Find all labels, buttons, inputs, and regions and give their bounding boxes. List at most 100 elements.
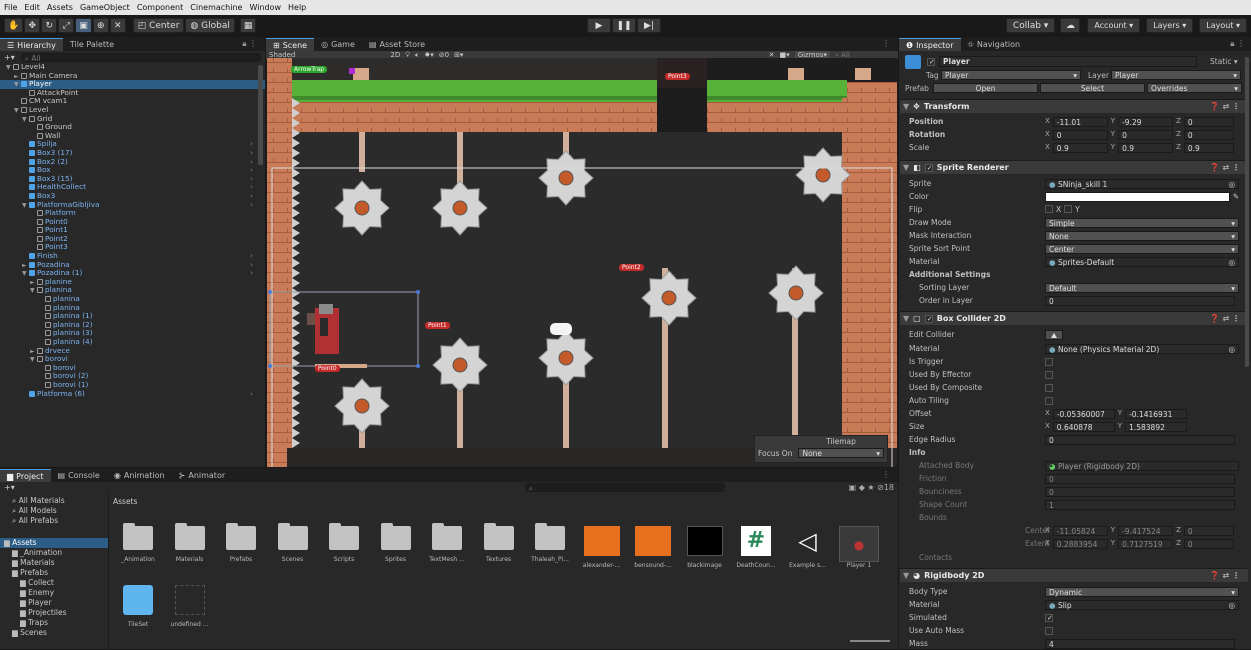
value-field[interactable]: -11.01 [1052,116,1108,127]
project-folder-item[interactable]: ▆ Projectiles [0,608,108,618]
checkbox[interactable] [1045,370,1053,379]
object-picker-icon[interactable]: ◎ [1228,601,1235,610]
asset-item[interactable]: TextMesh ... [427,523,467,563]
asset-item[interactable]: Scripts [324,523,364,563]
pivot-toggle[interactable]: ◰ Center [132,18,185,33]
play-button[interactable]: ▶ [587,18,611,33]
asset-item[interactable]: Sprites [376,523,416,563]
hierarchy-item[interactable]: ▼ borovi [0,354,265,364]
hierarchy-item[interactable]: ▼ Pozadina (1) › [0,268,265,278]
transform-tool-icon[interactable]: ⊕ [92,18,109,33]
value-field[interactable]: -9.29 [1118,116,1174,127]
project-folder-item[interactable]: ▆ Scenes [0,628,108,638]
asset-item[interactable]: Thaleah_Pi... [530,523,570,563]
hierarchy-item[interactable]: Ground [0,122,265,132]
favorite-item[interactable]: ⌕ All Materials [4,496,108,506]
tag-dropdown[interactable]: Player ▾ [941,70,1081,80]
hierarchy-scrollbar[interactable] [258,65,263,165]
pause-button[interactable]: ❚❚ [612,18,636,33]
menu-item-edit[interactable]: Edit [24,3,40,12]
dropdown[interactable]: Default ▾ [1045,282,1239,293]
asset-item[interactable]: Textures [479,523,519,563]
move-tool-icon[interactable]: ✥ [24,18,41,33]
asset-item[interactable]: Prefabs [221,523,261,563]
prefab-overrides-dropdown[interactable]: Overrides ▾ [1147,83,1242,93]
value-field[interactable]: 0.9 [1183,142,1234,153]
arrow-trap-label[interactable]: ArrowTrap [291,66,328,73]
rotate-tool-icon[interactable]: ↻ [41,18,58,33]
component-menu-icon[interactable]: ❓ ⇄ ⋮ [1210,163,1240,172]
sprite-renderer-header[interactable]: ▼ ◧ Sprite Renderer ❓ ⇄ ⋮ [900,160,1248,174]
component-menu-icon[interactable]: ❓ ⇄ ⋮ [1210,102,1240,111]
color-swatch[interactable] [1045,191,1230,202]
asset-item[interactable]: bensound-... [633,526,673,569]
scene-view[interactable]: ArrowTrap Point3 Point2 Point1 Point0 Ti… [267,58,897,467]
value-field[interactable]: 0 [1183,538,1234,549]
inspector-scrollbar[interactable] [1245,57,1249,367]
object-field[interactable]: ● Slip ◎ [1045,599,1239,610]
tab-animator[interactable]: ⊱ Animator [172,469,232,482]
project-folder-item[interactable]: ▆ Player [0,598,108,608]
checkbox[interactable] [1045,383,1053,392]
space-toggle[interactable]: ◍ Global [185,18,235,33]
custom-tool-icon[interactable]: ✕ [109,18,126,33]
object-picker-icon[interactable]: ◎ [1228,258,1235,267]
value-field[interactable]: 0.2883954 [1052,538,1108,549]
menu-item-window[interactable]: Window [249,3,281,12]
chevron-right-icon[interactable]: › [250,269,253,278]
project-folder-item[interactable]: ▆ Collect [0,578,108,588]
cloud-icon[interactable]: ☁ [1060,18,1081,33]
scale-tool-icon[interactable]: ⤢ [58,18,75,33]
layer-dropdown[interactable]: Player ▾ [1111,70,1241,80]
tab-asset-store[interactable]: ▤ Asset Store [362,38,432,51]
zoom-slider[interactable] [850,640,890,642]
project-search-input[interactable]: ⌕ [524,483,725,493]
asset-item[interactable]: blackimage [685,526,725,569]
value-field[interactable]: 0 [1183,116,1234,127]
value-field[interactable]: 0.9 [1052,142,1108,153]
point3-label[interactable]: Point3 [665,73,690,80]
object-field[interactable]: ● Sprites-Default ◎ [1045,256,1239,267]
tab-navigation[interactable]: ⛗ Navigation [961,38,1028,51]
menu-item-assets[interactable]: Assets [47,3,73,12]
value-field[interactable]: 1 [1045,499,1235,510]
asset-item[interactable]: alexander-... [582,526,622,569]
hierarchy-item[interactable]: planina (1) [0,311,265,321]
foldout-arrow-icon[interactable]: ▼ [903,163,909,172]
project-folder-item[interactable]: ▆ Assets [0,538,108,548]
menu-item-help[interactable]: Help [288,3,306,12]
edit-collider-button[interactable]: ⛰ [1045,329,1063,340]
inspector-lock-icon[interactable]: 🔒︎ ⋮ [1230,39,1245,49]
component-enabled-checkbox[interactable] [924,163,933,172]
filter-icons[interactable]: ▣ ◆ ★ ⊘18 [849,483,894,492]
tab-tile-palette[interactable]: Tile Palette [63,38,121,51]
dropdown[interactable]: Dynamic ▾ [1045,586,1239,597]
hierarchy-item[interactable]: planina [0,303,265,313]
component-menu-icon[interactable]: ❓ ⇄ ⋮ [1210,314,1240,323]
value-field[interactable]: -9.417524 [1118,525,1174,536]
favorite-item[interactable]: ⌕ All Prefabs [4,516,108,526]
checkbox[interactable] [1064,205,1073,213]
value-field[interactable]: 0.9 [1118,142,1174,153]
dropdown[interactable]: Simple ▾ [1045,217,1239,228]
value-field[interactable]: -0.1416931 [1125,408,1188,419]
hierarchy-item[interactable]: ► planine [0,277,265,287]
value-field[interactable]: 0 [1183,525,1234,536]
tab-scene[interactable]: ⊞ Scene [266,38,315,51]
checkbox[interactable] [1045,357,1053,366]
hierarchy-item[interactable]: planina (3) [0,329,265,338]
layout-dropdown[interactable]: Layout ▾ [1199,18,1247,33]
project-folder-item[interactable]: ▆ _Animation [0,548,108,558]
tab-animation[interactable]: ◉ Animation [107,469,172,482]
checkbox[interactable] [1045,613,1053,622]
value-field[interactable]: 0.7127519 [1118,538,1174,549]
dropdown[interactable]: None ▾ [1045,230,1239,241]
chevron-right-icon[interactable]: › [250,200,253,210]
hierarchy-item[interactable]: planina [0,294,265,304]
component-menu-icon[interactable]: ❓ ⇄ ⋮ [1210,571,1240,580]
hierarchy-item[interactable]: planina (4) [0,337,265,347]
hierarchy-item[interactable]: Point2 [0,234,265,244]
add-icon[interactable]: +▾ [4,53,15,62]
lock-icon[interactable]: 🔒︎ ⋮ [242,39,257,49]
scene-canvas[interactable] [267,58,897,467]
